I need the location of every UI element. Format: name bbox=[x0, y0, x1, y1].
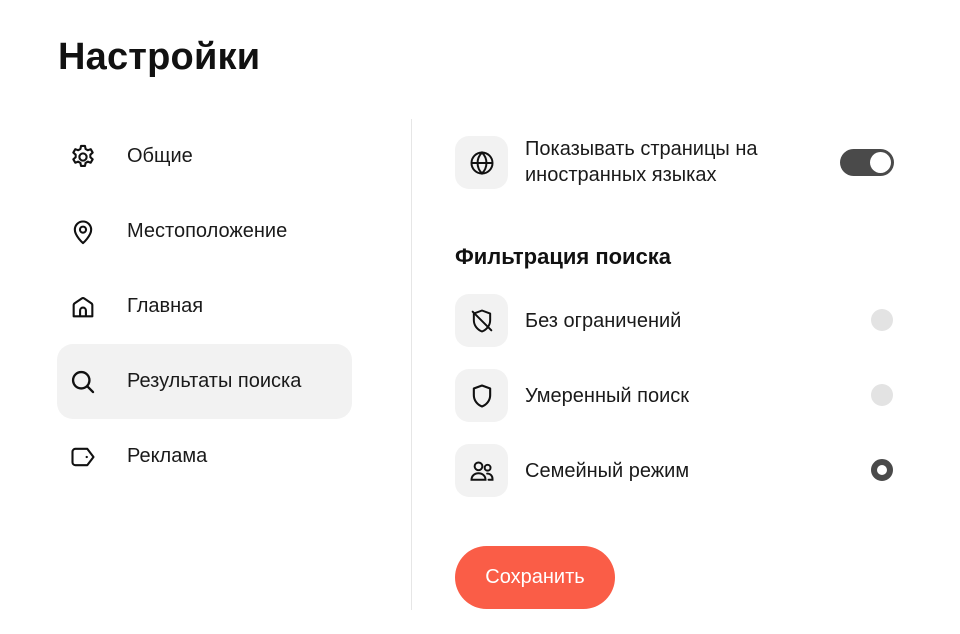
save-button[interactable]: Сохранить bbox=[455, 546, 615, 609]
filter-section-title: Фильтрация поиска bbox=[455, 244, 672, 269]
vertical-divider bbox=[411, 119, 412, 610]
sidebar-item-label: Местоположение bbox=[127, 220, 288, 242]
location-pin-icon bbox=[69, 218, 97, 246]
sidebar-item-general[interactable]: Общие bbox=[57, 119, 352, 194]
filter-option-label: Семейный режим bbox=[525, 460, 690, 482]
sidebar-item-label: Результаты поиска bbox=[127, 370, 302, 392]
sidebar-item-location[interactable]: Местоположение bbox=[57, 194, 352, 269]
globe-icon-box bbox=[455, 136, 508, 189]
filter-option-family-radio[interactable] bbox=[871, 459, 893, 481]
tag-icon bbox=[69, 443, 97, 471]
family-icon-box bbox=[455, 444, 508, 497]
shield-off-icon bbox=[471, 309, 492, 332]
shield-off-icon-box bbox=[455, 294, 508, 347]
gear-icon bbox=[69, 143, 97, 171]
search-icon bbox=[69, 368, 97, 396]
filter-option-label: Без ограничений bbox=[525, 310, 682, 332]
filter-option-moderate-radio[interactable] bbox=[871, 384, 893, 406]
settings-sidebar: Общие Местоположение Главная Результаты … bbox=[57, 119, 352, 494]
shield-icon-box bbox=[455, 369, 508, 422]
filter-option-label: Умеренный поиск bbox=[525, 385, 689, 407]
toggle-knob bbox=[870, 152, 891, 173]
foreign-pages-toggle[interactable] bbox=[840, 149, 894, 176]
filter-option-no-restrictions-radio[interactable] bbox=[871, 309, 893, 331]
page-title: Настройки bbox=[58, 36, 261, 78]
sidebar-item-label: Главная bbox=[127, 295, 204, 317]
sidebar-item-ads[interactable]: Реклама bbox=[57, 419, 352, 494]
foreign-pages-label: Показывать страницы на иностранных языка… bbox=[525, 138, 758, 186]
home-icon bbox=[69, 293, 97, 321]
shield-icon bbox=[472, 383, 491, 408]
globe-icon bbox=[470, 150, 493, 175]
sidebar-item-label: Общие bbox=[127, 145, 193, 167]
family-icon bbox=[470, 460, 493, 481]
sidebar-item-label: Реклама bbox=[127, 445, 208, 467]
sidebar-item-home[interactable]: Главная bbox=[57, 269, 352, 344]
sidebar-item-search-results[interactable]: Результаты поиска bbox=[57, 344, 352, 419]
